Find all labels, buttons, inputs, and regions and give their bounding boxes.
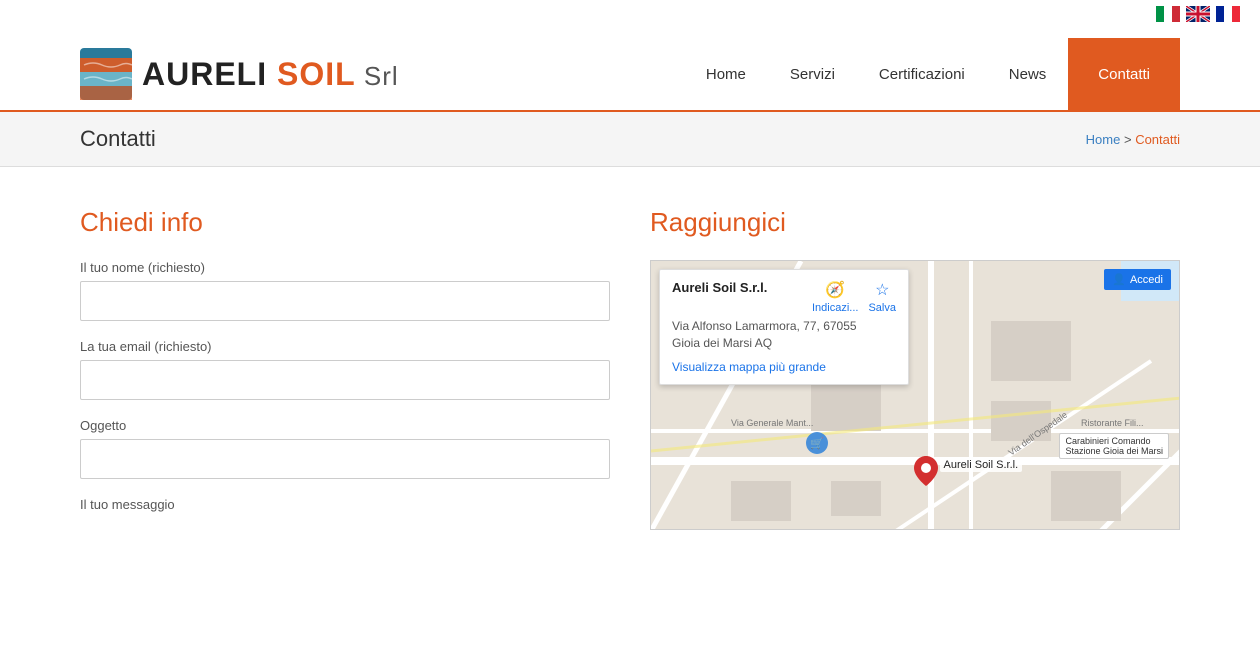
directions-icon: 🧭	[825, 280, 845, 300]
breadcrumb-bar: Contatti Home > Contatti	[0, 112, 1260, 167]
poi-label-text: Carabinieri ComandoStazione Gioia dei Ma…	[1065, 436, 1163, 456]
input-oggetto[interactable]	[80, 439, 610, 479]
map-pin: Aureli Soil S.r.l.	[914, 456, 938, 489]
breadcrumb: Home > Contatti	[1086, 132, 1180, 147]
breadcrumb-home[interactable]: Home	[1086, 132, 1121, 147]
poi-carabinieri: Carabinieri ComandoStazione Gioia dei Ma…	[1059, 433, 1169, 459]
form-group-email: La tua email (richiesto)	[80, 339, 610, 400]
logo-soil: SOIL	[277, 56, 356, 92]
map-card-actions: 🧭 Indicazi... ☆ Salva	[812, 280, 896, 314]
map-address: Via Alfonso Lamarmora, 77, 67055 Gioia d…	[672, 318, 896, 352]
pin-icon	[914, 456, 938, 486]
page-title: Contatti	[80, 126, 156, 152]
nav-servizi[interactable]: Servizi	[768, 38, 857, 110]
contact-form-section: Chiedi info Il tuo nome (richiesto) La t…	[80, 207, 610, 530]
breadcrumb-separator: >	[1120, 132, 1135, 147]
logo-text: AURELI SOIL Srl	[142, 56, 399, 93]
form-title: Chiedi info	[80, 207, 610, 238]
save-label: Salva	[868, 302, 896, 314]
map-accedi-button[interactable]: 👤 Accedi	[1104, 269, 1171, 290]
map-card-header: Aureli Soil S.r.l. 🧭 Indicazi... ☆ Salva	[672, 280, 896, 314]
directions-label: Indicazi...	[812, 302, 858, 314]
map-section: Raggiungici	[650, 207, 1180, 530]
logo[interactable]: AURELI SOIL Srl	[80, 48, 399, 100]
flag-italian[interactable]	[1156, 6, 1180, 22]
input-email[interactable]	[80, 360, 610, 400]
label-nome: Il tuo nome (richiesto)	[80, 260, 610, 275]
save-action[interactable]: ☆ Salva	[868, 280, 896, 314]
larger-map-link[interactable]: Visualizza mappa più grande	[672, 360, 826, 374]
nav-home[interactable]: Home	[684, 38, 768, 110]
label-messaggio: Il tuo messaggio	[80, 497, 610, 512]
nav-contatti[interactable]: Contatti	[1068, 38, 1180, 110]
form-group-oggetto: Oggetto	[80, 418, 610, 479]
logo-icon	[80, 48, 132, 100]
map-business-name: Aureli Soil S.r.l.	[672, 280, 767, 295]
shopping-icon: 🛒	[806, 432, 828, 454]
form-group-messaggio: Il tuo messaggio	[80, 497, 610, 512]
svg-text:Ristorante Fili...: Ristorante Fili...	[1081, 418, 1144, 428]
logo-brand: AURELI	[142, 56, 277, 92]
form-group-nome: Il tuo nome (richiesto)	[80, 260, 610, 321]
label-email: La tua email (richiesto)	[80, 339, 610, 354]
main-nav: Home Servizi Certificazioni News Contatt…	[684, 38, 1180, 110]
main-content: Chiedi info Il tuo nome (richiesto) La t…	[0, 167, 1260, 570]
nav-news[interactable]: News	[987, 38, 1069, 110]
svg-text:Via Generale Mant...: Via Generale Mant...	[731, 418, 813, 428]
nav-certificazioni[interactable]: Certificazioni	[857, 38, 987, 110]
map-info-card: Aureli Soil S.r.l. 🧭 Indicazi... ☆ Salva	[659, 269, 909, 385]
map-container: Via dell'Ospedale Via Generale Mant... R…	[650, 260, 1180, 530]
directions-action[interactable]: 🧭 Indicazi...	[812, 280, 858, 314]
site-header: AURELI SOIL Srl Home Servizi Certificazi…	[0, 28, 1260, 112]
flag-french[interactable]	[1216, 6, 1240, 22]
logo-srl: Srl	[356, 61, 399, 91]
input-nome[interactable]	[80, 281, 610, 321]
breadcrumb-current: Contatti	[1135, 132, 1180, 147]
save-star-icon: ☆	[875, 280, 889, 300]
address-line2: Gioia dei Marsi AQ	[672, 336, 772, 350]
pin-label: Aureli Soil S.r.l.	[940, 458, 1023, 472]
map-title: Raggiungici	[650, 207, 1180, 238]
address-line1: Via Alfonso Lamarmora, 77, 67055	[672, 319, 857, 333]
flag-english[interactable]	[1186, 6, 1210, 22]
person-icon: 👤	[1112, 273, 1126, 286]
language-bar	[0, 0, 1260, 28]
accedi-label: Accedi	[1130, 274, 1163, 286]
label-oggetto: Oggetto	[80, 418, 610, 433]
